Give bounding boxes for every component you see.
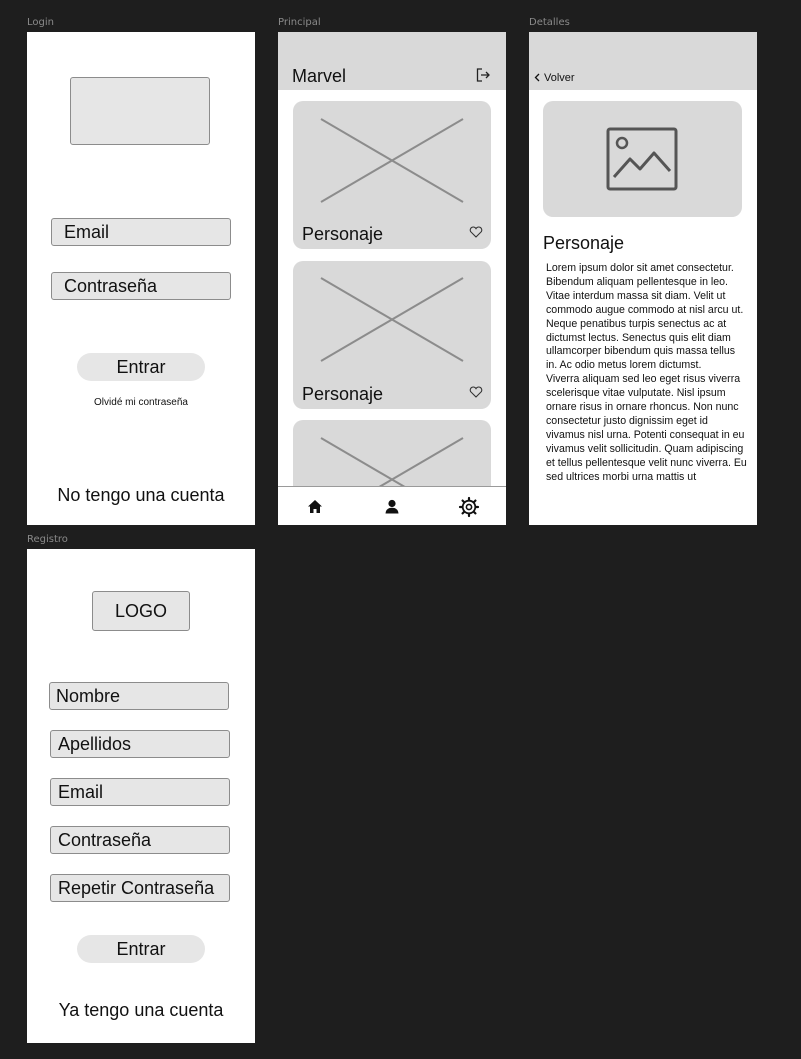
email-field[interactable]: Email xyxy=(51,218,231,246)
password-field[interactable]: Contraseña xyxy=(50,826,230,854)
no-account-link[interactable]: No tengo una cuenta xyxy=(27,485,255,506)
card-title: Personaje xyxy=(302,224,384,244)
character-image xyxy=(543,101,742,217)
logo-placeholder xyxy=(70,77,210,145)
settings-icon[interactable] xyxy=(458,496,480,518)
logo-placeholder: LOGO xyxy=(92,591,190,631)
register-screen: LOGO Nombre Apellidos Email Contraseña R… xyxy=(27,549,255,1043)
frame-label-detalles: Detalles xyxy=(529,17,570,28)
page-title: Marvel xyxy=(292,66,347,86)
email-field[interactable]: Email xyxy=(50,778,230,806)
name-field[interactable]: Nombre xyxy=(49,682,229,710)
user-icon[interactable] xyxy=(381,496,403,518)
principal-screen: Marvel Personaje Personaje xyxy=(278,32,506,525)
app-header: Marvel xyxy=(278,32,506,90)
chevron-left-icon xyxy=(534,69,540,87)
description-text: Lorem ipsum dolor sit amet consectetur. … xyxy=(546,262,747,483)
password-field[interactable]: Contraseña xyxy=(51,272,231,300)
heart-icon[interactable] xyxy=(469,385,483,403)
login-screen: Email Contraseña Entrar Olvidé mi contra… xyxy=(27,32,255,525)
image-icon xyxy=(606,127,678,191)
bottom-tab-bar xyxy=(278,486,506,525)
detail-title: Personaje xyxy=(543,233,625,253)
surname-field[interactable]: Apellidos xyxy=(50,730,230,758)
have-account-link[interactable]: Ya tengo una cuenta xyxy=(27,1000,255,1021)
register-button[interactable]: Entrar xyxy=(77,935,205,963)
back-label: Volver xyxy=(544,72,575,84)
home-icon[interactable] xyxy=(304,496,326,518)
frame-label-principal: Principal xyxy=(278,17,321,28)
logout-icon[interactable] xyxy=(475,67,491,83)
detail-header: Volver xyxy=(529,32,757,90)
back-button[interactable]: Volver xyxy=(534,69,575,87)
login-button[interactable]: Entrar xyxy=(77,353,205,381)
frame-label-registro: Registro xyxy=(27,534,68,545)
repeat-password-field[interactable]: Repetir Contraseña xyxy=(50,874,230,902)
character-card[interactable]: Personaje xyxy=(293,261,491,409)
heart-icon[interactable] xyxy=(469,225,483,243)
character-card[interactable]: Personaje xyxy=(293,101,491,249)
card-title: Personaje xyxy=(302,384,384,404)
frame-label-login: Login xyxy=(27,17,54,28)
details-screen: Volver Personaje Lorem ipsum dolor sit a… xyxy=(529,32,757,525)
forgot-password-link[interactable]: Olvidé mi contraseña xyxy=(27,397,255,408)
